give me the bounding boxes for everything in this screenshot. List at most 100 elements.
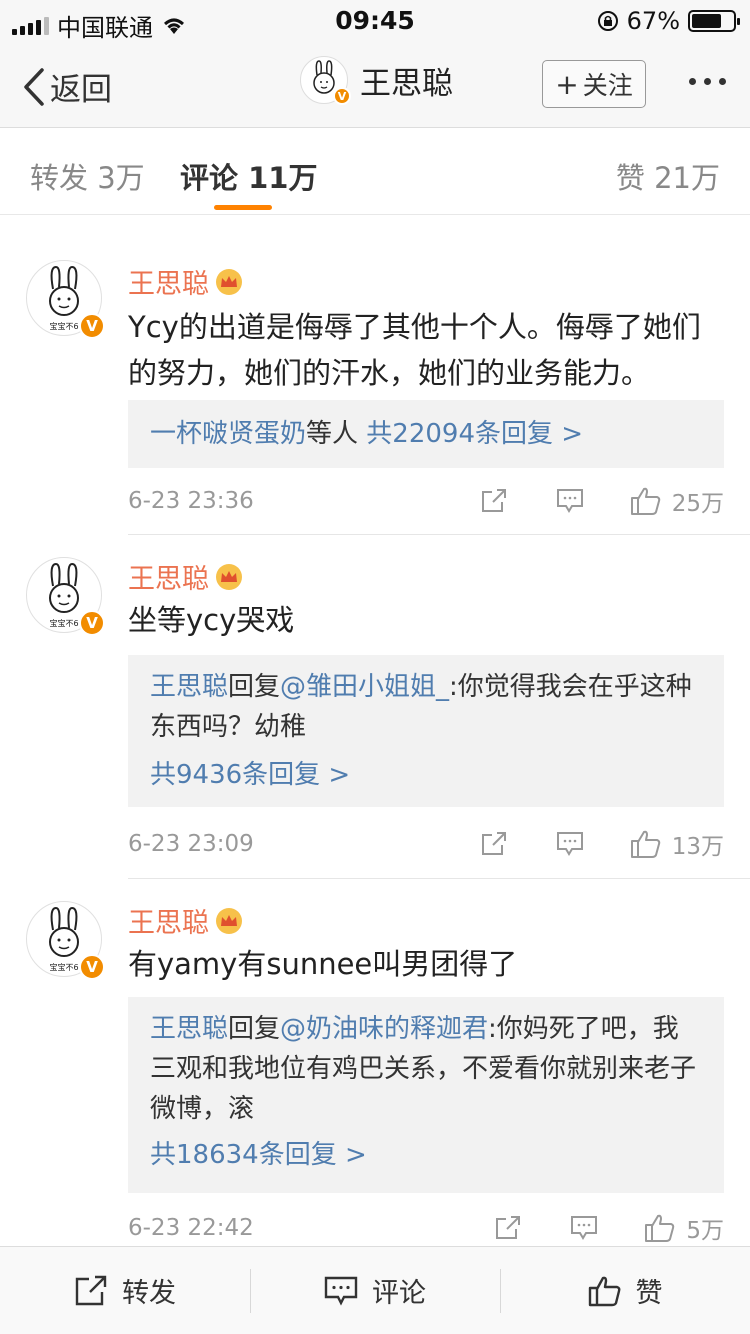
comment-text: 有yamy有sunnee叫男团得了 xyxy=(128,947,518,981)
like-button[interactable]: 赞 xyxy=(500,1247,750,1334)
share-button[interactable] xyxy=(480,831,508,857)
like-label: 赞 xyxy=(635,1278,663,1309)
status-bar: 中国联通 09:45 67% xyxy=(0,0,750,42)
author-name: 王思聪 xyxy=(128,564,209,595)
page-title: 王思聪 xyxy=(360,65,453,102)
chevron-left-icon xyxy=(24,67,44,106)
reply-verb: 回复 xyxy=(228,1014,281,1044)
reply-line: 王思聪回复@奶油味的释迦君:你妈死了吧，我三观和我地位有鸡巴关系，不爱看你就别来… xyxy=(150,1009,702,1129)
bottom-action-bar: 转发 评论 赞 xyxy=(0,1246,750,1334)
tab-repost-label: 转发 xyxy=(30,161,89,195)
comment-actions: 13万 xyxy=(480,827,724,861)
reply-summary-user[interactable]: 一杯啵贤蛋奶 xyxy=(150,419,306,449)
thumbs-up-icon xyxy=(630,830,660,858)
divider xyxy=(128,878,750,879)
reply-count-link[interactable]: 共22094条回复 > xyxy=(366,419,583,449)
comment-label: 评论 xyxy=(372,1278,426,1309)
avatar[interactable]: 宝宝不6 V xyxy=(26,901,105,980)
tab-like[interactable]: 赞 21万 xyxy=(616,155,720,197)
more-options-icon[interactable] xyxy=(689,78,726,85)
reply-button[interactable] xyxy=(556,831,584,857)
comment-author[interactable]: 王思聪 xyxy=(128,262,243,301)
reply-count-link[interactable]: 共18634条回复 > xyxy=(150,1135,702,1175)
reply-author[interactable]: 王思聪 xyxy=(150,1014,228,1044)
divider xyxy=(128,534,750,535)
comment-icon xyxy=(324,1276,358,1306)
status-right: 67% xyxy=(597,7,740,35)
like-count: 25万 xyxy=(671,491,724,517)
crown-icon xyxy=(216,907,242,934)
reply-mention[interactable]: @奶油味的释迦君 xyxy=(280,1014,488,1044)
avatar[interactable]: 宝宝不6 V xyxy=(26,557,105,636)
comment-icon xyxy=(556,489,583,513)
repost-button[interactable]: 转发 xyxy=(0,1247,250,1334)
comment-text: 坐等ycy哭戏 xyxy=(128,603,295,637)
tab-repost[interactable]: 转发 3万 xyxy=(30,155,145,197)
verified-badge-icon: V xyxy=(79,610,105,636)
verified-badge-icon: V xyxy=(79,954,105,980)
rotation-lock-icon xyxy=(597,11,618,31)
thumbs-up-icon xyxy=(588,1276,620,1306)
comment-author[interactable]: 王思聪 xyxy=(128,901,243,940)
reply-button[interactable] xyxy=(556,488,584,514)
crown-icon xyxy=(216,268,242,295)
avatar[interactable]: 宝宝不6 V xyxy=(26,260,105,339)
avatar: V xyxy=(300,56,351,105)
reply-verb: 回复 xyxy=(228,672,281,702)
battery-icon xyxy=(688,10,740,32)
tab-like-label: 赞 xyxy=(615,161,645,195)
plus-icon: + xyxy=(555,67,579,101)
tab-comment[interactable]: 评论 11万 xyxy=(180,155,317,197)
nav-profile[interactable]: V 王思聪 xyxy=(300,56,453,105)
comment-time: 6-23 23:09 xyxy=(128,831,254,857)
reply-preview[interactable]: 王思聪回复@奶油味的释迦君:你妈死了吧，我三观和我地位有鸡巴关系，不爱看你就别来… xyxy=(128,997,724,1193)
like-button[interactable]: 25万 xyxy=(630,484,724,518)
share-button[interactable] xyxy=(494,1215,522,1241)
reply-summary-mid: 等人 xyxy=(306,419,359,449)
reply-preview[interactable]: 王思聪回复@雏田小姐姐_:你觉得我会在乎这种东西吗？幼稚 共9436条回复 > xyxy=(128,655,724,807)
thumbs-up-icon xyxy=(630,487,660,515)
battery-percent: 67% xyxy=(626,7,680,35)
comment-icon xyxy=(556,832,583,856)
like-button[interactable]: 13万 xyxy=(630,827,724,861)
tab-repost-count: 3万 xyxy=(97,161,145,195)
verified-badge-icon: V xyxy=(333,87,351,105)
comment-time: 6-23 22:42 xyxy=(128,1215,254,1241)
tab-comment-label: 评论 xyxy=(180,161,239,195)
crown-icon xyxy=(216,563,242,590)
reply-button[interactable] xyxy=(570,1215,598,1241)
share-icon xyxy=(481,489,506,512)
verified-badge-icon: V xyxy=(79,313,105,339)
reply-author[interactable]: 王思聪 xyxy=(150,672,228,702)
active-tab-indicator xyxy=(214,205,272,210)
back-button[interactable]: 返回 xyxy=(22,64,112,109)
comment-author[interactable]: 王思聪 xyxy=(128,557,243,596)
comment-actions: 25万 xyxy=(480,484,724,518)
reply-line: 王思聪回复@雏田小姐姐_:你觉得我会在乎这种东西吗？幼稚 xyxy=(150,667,702,747)
comment-actions: 5万 xyxy=(494,1211,724,1245)
follow-button[interactable]: + 关注 xyxy=(542,60,646,108)
back-label: 返回 xyxy=(50,72,112,108)
author-name: 王思聪 xyxy=(128,269,209,300)
share-icon xyxy=(496,1216,521,1239)
like-button[interactable]: 5万 xyxy=(644,1211,724,1245)
repost-label: 转发 xyxy=(122,1278,176,1309)
share-icon xyxy=(75,1275,107,1305)
nav-bar: 返回 V 王思聪 + 关注 xyxy=(0,40,750,128)
share-button[interactable] xyxy=(480,488,508,514)
reply-mention[interactable]: @雏田小姐姐_ xyxy=(280,672,449,702)
avatar-caption: 宝宝不6 xyxy=(49,618,78,628)
comment-button[interactable]: 评论 xyxy=(250,1247,500,1334)
comment-icon xyxy=(571,1216,598,1240)
tab-comment-count: 11万 xyxy=(248,161,318,195)
reply-count-link[interactable]: 共9436条回复 > xyxy=(150,755,702,795)
avatar-caption: 宝宝不6 xyxy=(49,321,78,331)
comment-time: 6-23 23:36 xyxy=(128,488,254,514)
like-count: 13万 xyxy=(671,834,724,860)
avatar-caption: 宝宝不6 xyxy=(49,962,78,972)
share-icon xyxy=(481,832,506,855)
follow-label: 关注 xyxy=(582,71,633,100)
tab-like-count: 21万 xyxy=(654,161,720,195)
like-count: 5万 xyxy=(686,1218,724,1244)
reply-summary[interactable]: 一杯啵贤蛋奶等人 共22094条回复 > xyxy=(128,400,724,468)
